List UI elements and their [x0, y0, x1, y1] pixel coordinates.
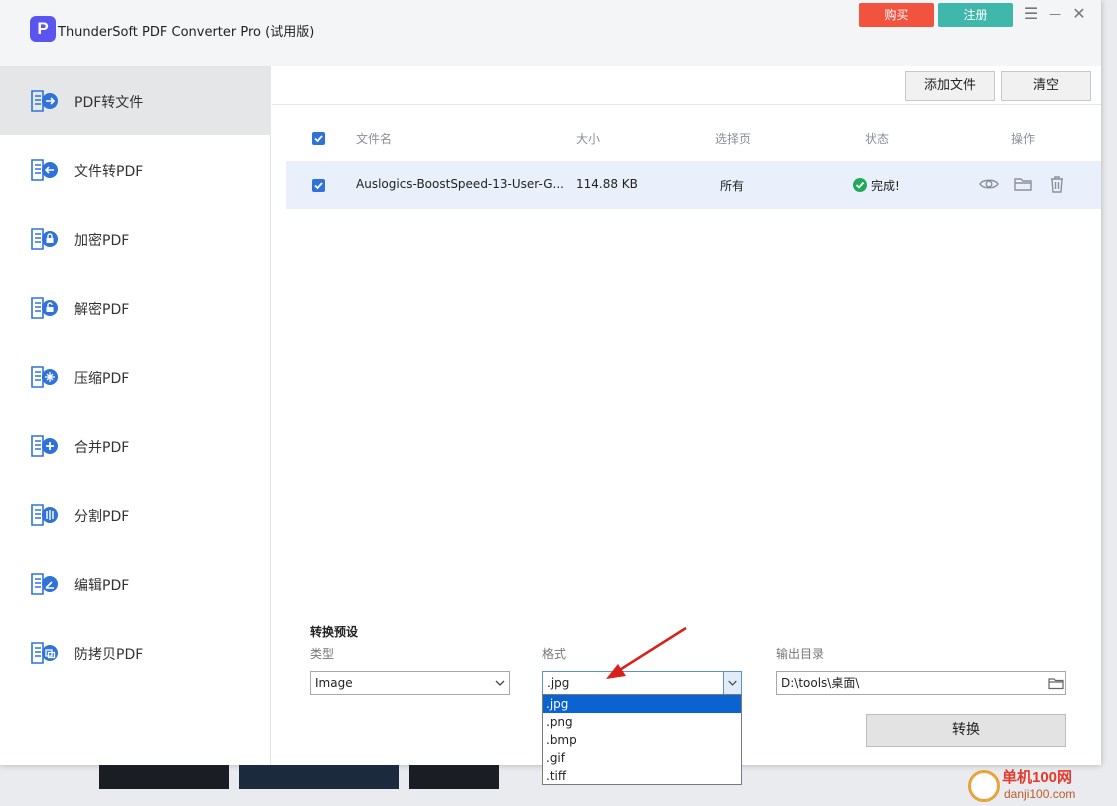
chevron-down-icon [495, 680, 505, 686]
annotation-arrow-icon [606, 626, 687, 679]
register-button[interactable]: 注册 [938, 3, 1013, 27]
sidebar-item-file-to-pdf[interactable]: 文件转PDF [0, 135, 271, 204]
column-header-status: 状态 [865, 132, 890, 146]
sidebar-item-label: PDF转文件 [74, 95, 144, 111]
compress-pdf-icon [31, 366, 58, 388]
output-dir-value: D:\tools\桌面\ [781, 676, 860, 690]
column-header-actions: 操作 [1011, 132, 1036, 146]
status-cell: 完成! [871, 179, 900, 193]
sidebar-item-label: 编辑PDF [74, 578, 130, 594]
copy-protect-pdf-icon [31, 642, 58, 664]
row-checkbox[interactable] [312, 179, 325, 192]
file-size-cell: 114.88 KB [576, 177, 638, 191]
format-option[interactable]: .png [543, 713, 741, 731]
browse-folder-icon[interactable] [1047, 672, 1065, 694]
sidebar-item-label: 合并PDF [74, 440, 130, 456]
pdf-to-file-icon [31, 90, 58, 112]
app-window: P ThunderSoft PDF Converter Pro (试用版) 购买… [0, 0, 1101, 765]
sidebar-item-label: 压缩PDF [74, 371, 130, 387]
output-dir-field[interactable]: D:\tools\桌面\ [776, 671, 1066, 695]
toolbar-divider [272, 104, 1101, 105]
file-name-cell: Auslogics-BoostSpeed-13-User-G... [356, 177, 564, 191]
format-option[interactable]: .gif [543, 749, 741, 767]
preview-eye-icon[interactable] [979, 175, 999, 193]
watermark-site-url: danji100.com [1004, 787, 1076, 801]
merge-pdf-icon [31, 435, 58, 457]
pages-cell[interactable]: 所有 [720, 177, 744, 194]
sidebar-item-label: 文件转PDF [74, 164, 144, 180]
output-dir-label: 输出目录 [776, 647, 825, 661]
format-select-value: .jpg [547, 676, 570, 690]
format-dropdown-list: .jpg .png .bmp .gif .tiff [542, 694, 742, 785]
sidebar: PDF转文件 文件转PDF 加密PDF 解密PDF 压缩PDF 合并PDF 分割… [0, 66, 271, 765]
format-option[interactable]: .jpg [543, 695, 741, 713]
app-title: ThunderSoft PDF Converter Pro (试用版) [58, 25, 315, 40]
check-icon [314, 135, 323, 143]
background-thumbnail [409, 765, 499, 789]
decrypt-pdf-icon [31, 297, 58, 319]
select-all-checkbox[interactable] [312, 132, 325, 145]
file-to-pdf-icon [31, 159, 58, 181]
type-select[interactable]: Image [310, 671, 510, 695]
menu-icon[interactable]: ☰ [1021, 4, 1041, 24]
app-logo-icon: P [30, 16, 56, 42]
background-thumbnail [239, 765, 399, 789]
success-check-icon [853, 178, 867, 192]
site-watermark: 单机100网 danji100.com [968, 766, 1117, 806]
format-option[interactable]: .bmp [543, 731, 741, 749]
convert-button[interactable]: 转换 [866, 714, 1066, 747]
sidebar-item-split-pdf[interactable]: 分割PDF [0, 480, 271, 549]
close-icon[interactable]: ✕ [1069, 4, 1089, 24]
sidebar-item-label: 分割PDF [74, 509, 130, 525]
sidebar-item-edit-pdf[interactable]: 编辑PDF [0, 549, 271, 618]
sidebar-item-label: 解密PDF [74, 302, 130, 318]
sidebar-item-label: 防拷贝PDF [74, 647, 144, 663]
type-select-value: Image [315, 676, 353, 690]
add-files-button[interactable]: 添加文件 [905, 71, 995, 101]
sidebar-item-merge-pdf[interactable]: 合并PDF [0, 411, 271, 480]
background-thumbnail [99, 765, 229, 789]
open-folder-icon[interactable] [1013, 175, 1033, 193]
sidebar-item-pdf-to-file[interactable]: PDF转文件 [0, 66, 271, 135]
delete-trash-icon[interactable] [1047, 175, 1067, 193]
format-label: 格式 [542, 647, 567, 661]
format-option[interactable]: .tiff [543, 767, 741, 785]
chevron-down-icon [723, 672, 741, 694]
split-pdf-icon [31, 504, 58, 526]
preset-section-title: 转换预设 [310, 625, 359, 639]
buy-button[interactable]: 购买 [859, 3, 934, 27]
title-bar: P ThunderSoft PDF Converter Pro (试用版) 购买… [0, 0, 1101, 66]
sidebar-item-copy-protect-pdf[interactable]: 防拷贝PDF [0, 618, 271, 687]
watermark-site-name: 单机100网 [1002, 769, 1073, 786]
column-header-filename: 文件名 [356, 132, 393, 146]
clear-button[interactable]: 清空 [1001, 71, 1091, 101]
sidebar-item-label: 加密PDF [74, 233, 130, 249]
encrypt-pdf-icon [31, 228, 58, 250]
column-header-pages: 选择页 [715, 132, 752, 146]
column-header-size: 大小 [576, 132, 601, 146]
watermark-logo-icon [968, 770, 1000, 802]
sidebar-item-encrypt-pdf[interactable]: 加密PDF [0, 204, 271, 273]
sidebar-item-compress-pdf[interactable]: 压缩PDF [0, 342, 271, 411]
type-label: 类型 [310, 647, 335, 661]
edit-pdf-icon [31, 573, 58, 595]
minimize-icon[interactable]: — [1045, 4, 1065, 24]
check-icon [314, 182, 323, 190]
sidebar-item-decrypt-pdf[interactable]: 解密PDF [0, 273, 271, 342]
